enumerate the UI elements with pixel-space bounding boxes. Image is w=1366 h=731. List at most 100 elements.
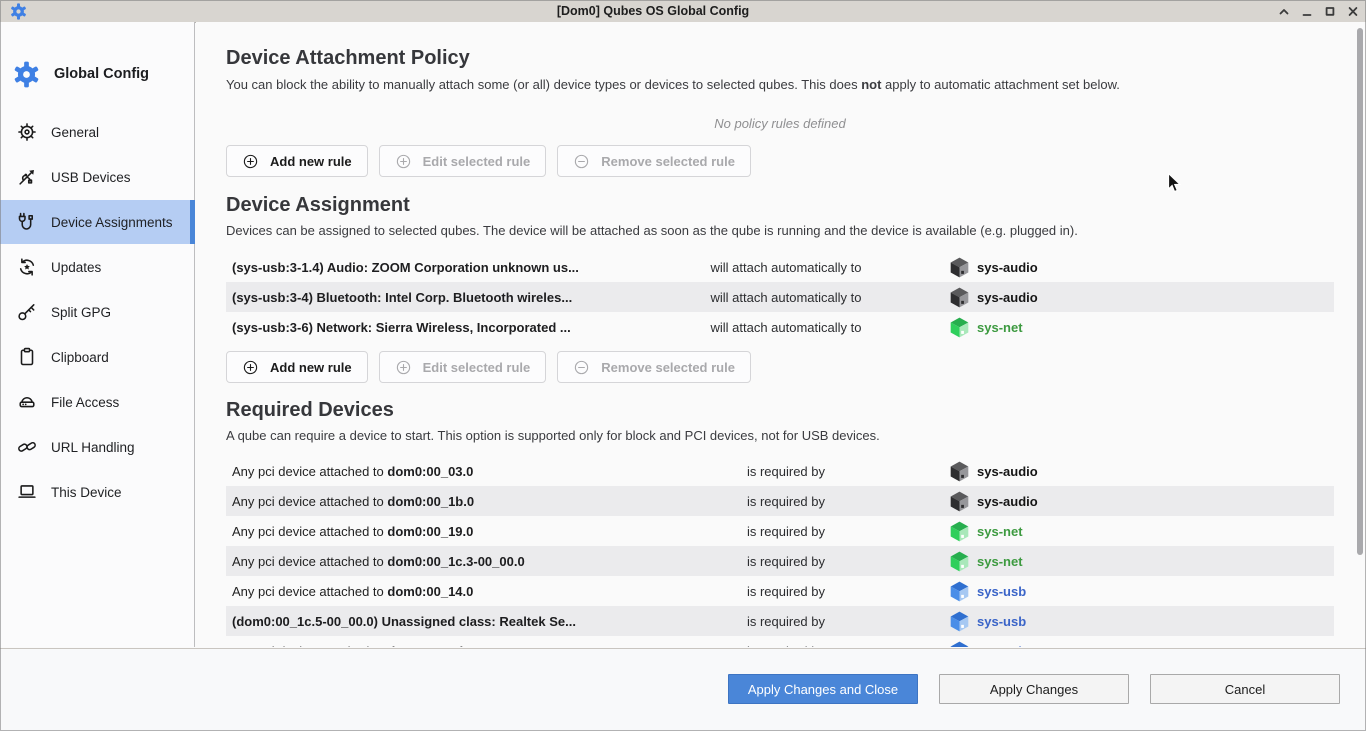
device-prefix: Any pci device attached to xyxy=(232,554,387,569)
relation-text: is required by xyxy=(622,554,950,569)
add-rule-button[interactable]: Add new rule xyxy=(226,351,368,383)
device-name: (sys-usb:3-1.4) Audio: ZOOM Corporation … xyxy=(232,260,579,275)
device-name: (dom0:00_1c.5-00_00.0) Unassigned class:… xyxy=(232,614,576,629)
qube-cube-icon xyxy=(950,317,969,338)
table-row[interactable]: Any pci device attached to dom0:00_14.0 … xyxy=(226,576,1334,606)
sidebar-item-label: Clipboard xyxy=(51,350,109,365)
relation-text: will attach automatically to xyxy=(622,320,950,335)
plus-circle-icon xyxy=(395,153,412,170)
required-section-description: A qube can require a device to start. Th… xyxy=(226,427,1334,444)
close-icon xyxy=(1346,5,1360,18)
table-row[interactable]: (dom0:00_1c.5-00_00.0) Unassigned class:… xyxy=(226,606,1334,636)
qube-name: sys-audio xyxy=(977,494,1038,509)
vertical-scrollbar-thumb[interactable] xyxy=(1357,28,1363,555)
add-rule-button[interactable]: Add new rule xyxy=(226,145,368,177)
device-name: (sys-usb:3-6) Network: Sierra Wireless, … xyxy=(232,320,571,335)
qube-cube-icon xyxy=(950,611,969,632)
relation-text: is required by xyxy=(622,464,950,479)
device-prefix: Any pci device attached to xyxy=(232,644,387,648)
sidebar-item-general[interactable]: General xyxy=(0,110,194,154)
device-prefix: Any pci device attached to xyxy=(232,464,387,479)
shade-window-button[interactable] xyxy=(1276,4,1291,19)
qube-cube-icon xyxy=(950,491,969,512)
close-window-button[interactable] xyxy=(1345,4,1360,19)
cancel-button[interactable]: Cancel xyxy=(1150,674,1340,704)
table-row[interactable]: (sys-usb:3-1.4) Audio: ZOOM Corporation … xyxy=(226,252,1334,282)
button-label: Remove selected rule xyxy=(601,154,735,169)
sidebar-item-usb-devices[interactable]: USB Devices xyxy=(0,155,194,199)
sidebar-item-split-gpg[interactable]: Split GPG xyxy=(0,290,194,334)
sidebar-item-url-handling[interactable]: URL Handling xyxy=(0,425,194,469)
assignment-table: (sys-usb:3-1.4) Audio: ZOOM Corporation … xyxy=(226,252,1334,342)
qube-name: sys-net xyxy=(977,524,1023,539)
assignment-section-description: Devices can be assigned to selected qube… xyxy=(226,222,1334,239)
sidebar: Global Config General USB Devices Device… xyxy=(0,22,195,647)
qubes-logo-icon xyxy=(13,61,40,88)
table-row[interactable]: Any pci device attached to dom0:00_1b.0 … xyxy=(226,486,1334,516)
chevron-up-icon xyxy=(1277,5,1291,18)
table-row[interactable]: (sys-usb:3-6) Network: Sierra Wireless, … xyxy=(226,312,1334,342)
apply-changes-and-close-button[interactable]: Apply Changes and Close xyxy=(728,674,918,704)
sidebar-header: Global Config xyxy=(0,52,194,96)
remove-rule-button[interactable]: Remove selected rule xyxy=(557,145,751,177)
qube-name: sys-usb xyxy=(977,644,1026,648)
qube-cube-icon xyxy=(950,551,969,572)
device-name: dom0:00_03.0 xyxy=(387,464,473,479)
window-title: [Dom0] Qubes OS Global Config xyxy=(60,0,1246,22)
sidebar-item-device-assignments[interactable]: Device Assignments xyxy=(0,200,194,244)
usb-icon xyxy=(16,166,38,188)
edit-rule-button[interactable]: Edit selected rule xyxy=(379,145,547,177)
edit-rule-button[interactable]: Edit selected rule xyxy=(379,351,547,383)
device-plug-icon xyxy=(16,211,38,233)
gear-icon xyxy=(16,121,38,143)
button-label: Edit selected rule xyxy=(423,360,531,375)
minimize-window-button[interactable] xyxy=(1299,4,1314,19)
table-row[interactable]: Any pci device attached to dom0:00_19.0 … xyxy=(226,516,1334,546)
device-prefix: Any pci device attached to xyxy=(232,524,387,539)
app-title: Global Config xyxy=(54,66,149,82)
qube-cube-icon xyxy=(950,287,969,308)
device-name: (sys-usb:3-4) Bluetooth: Intel Corp. Blu… xyxy=(232,290,572,305)
table-row[interactable]: Any pci device attached to dom0:00_03.0 … xyxy=(226,456,1334,486)
assignment-section-title: Device Assignment xyxy=(226,193,1334,217)
policy-section-title: Device Attachment Policy xyxy=(226,46,1334,70)
footer: Apply Changes and Close Apply Changes Ca… xyxy=(0,648,1366,731)
device-name: dom0:00_1c.3-00_00.0 xyxy=(387,554,524,569)
refresh-icon xyxy=(16,256,38,278)
remove-rule-button[interactable]: Remove selected rule xyxy=(557,351,751,383)
relation-text: is required by xyxy=(622,584,950,599)
button-label: Add new rule xyxy=(270,360,352,375)
button-label: Add new rule xyxy=(270,154,352,169)
apply-changes-button[interactable]: Apply Changes xyxy=(939,674,1129,704)
minimize-icon xyxy=(1300,5,1314,18)
device-name: dom0:00_1b.0 xyxy=(387,494,474,509)
main-content: Device Attachment Policy You can block t… xyxy=(196,22,1366,647)
laptop-icon xyxy=(16,481,38,503)
relation-text: will attach automatically to xyxy=(622,290,950,305)
sidebar-item-clipboard[interactable]: Clipboard xyxy=(0,335,194,379)
qube-name: sys-usb xyxy=(977,614,1026,629)
plus-circle-icon xyxy=(242,359,259,376)
sidebar-item-label: General xyxy=(51,125,99,140)
sidebar-item-updates[interactable]: Updates xyxy=(0,245,194,289)
sidebar-item-label: File Access xyxy=(51,395,119,410)
qube-name: sys-net xyxy=(977,320,1023,335)
maximize-icon xyxy=(1323,5,1337,18)
sidebar-item-this-device[interactable]: This Device xyxy=(0,470,194,514)
table-row-clipped[interactable]: Any pci device attached to dom0:00_1d.0 … xyxy=(226,636,1334,647)
table-row[interactable]: (sys-usb:3-4) Bluetooth: Intel Corp. Blu… xyxy=(226,282,1334,312)
button-label: Edit selected rule xyxy=(423,154,531,169)
relation-text: is required by xyxy=(622,524,950,539)
description-bold-text: not xyxy=(861,77,881,92)
plus-circle-icon xyxy=(242,153,259,170)
sidebar-item-file-access[interactable]: File Access xyxy=(0,380,194,424)
table-row[interactable]: Any pci device attached to dom0:00_1c.3-… xyxy=(226,546,1334,576)
device-prefix: Any pci device attached to xyxy=(232,494,387,509)
sidebar-item-label: Split GPG xyxy=(51,305,111,320)
no-policy-rules-text: No policy rules defined xyxy=(226,115,1334,132)
plus-circle-icon xyxy=(395,359,412,376)
maximize-window-button[interactable] xyxy=(1322,4,1337,19)
required-section-title: Required Devices xyxy=(226,398,1334,422)
assignment-button-row: Add new rule Edit selected rule Remove s… xyxy=(226,351,1334,383)
clipboard-icon xyxy=(16,346,38,368)
